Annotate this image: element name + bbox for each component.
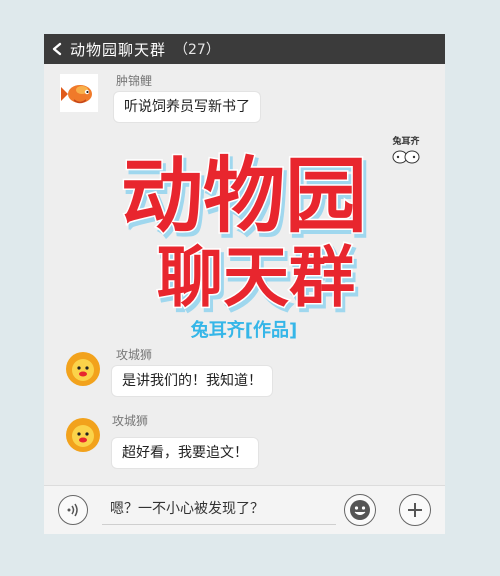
sender-name: 肿锦鲤 [116,74,153,88]
message-bubble[interactable]: 超好看，我要追文！ [112,438,258,468]
emoji-button[interactable] [344,494,376,526]
poster-author: 兔耳齐[作品] [190,319,297,341]
voice-button[interactable] [58,495,88,525]
poster-image: 动物园 聊天群 兔耳齐[作品] [44,134,445,344]
add-button[interactable] [399,494,431,526]
member-count: （27） [174,42,220,58]
back-button[interactable] [44,34,70,64]
chat-title: 动物园聊天群 [70,40,167,59]
message-bubble[interactable]: 听说饲养员写新书了 [114,92,260,122]
poster-title-line2: 聊天群 [157,239,355,316]
message-bubble[interactable]: 是讲我们的！我知道！ [112,366,272,396]
smiley-icon [350,500,370,520]
poster-title-line1: 动物园 [121,149,367,244]
message-input[interactable]: 嗯？一不小心被发现了？ [102,494,336,525]
voice-icon [67,503,78,517]
goldfish-avatar[interactable] [60,74,98,112]
sender-name: 攻城狮 [112,414,149,428]
chat-screen: 动物园聊天群 （27） 肿锦鲤 听说饲养员写新书了 兔耳齐 动物园 聊天群 兔耳… [44,34,445,534]
chevron-left-icon [52,42,62,56]
lion-avatar[interactable] [64,416,102,454]
input-bar: 嗯？一不小心被发现了？ [44,485,445,534]
sender-name: 攻城狮 [116,348,153,362]
plus-icon [408,503,422,517]
title-bar: 动物园聊天群 （27） [44,34,445,64]
lion-avatar[interactable] [64,350,102,388]
